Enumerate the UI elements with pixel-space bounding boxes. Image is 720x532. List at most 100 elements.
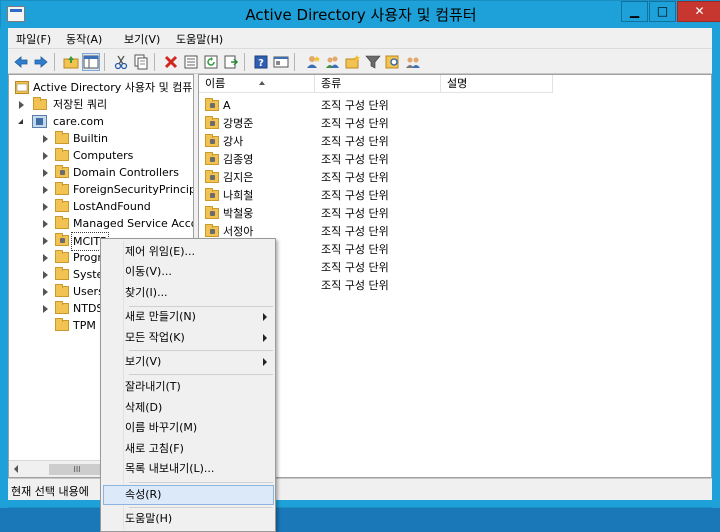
add-group-icon[interactable] [324,53,342,71]
menu-item-refresh[interactable]: 새로 고침(F) [125,439,273,459]
refresh-icon[interactable] [202,53,220,71]
list-item-name: 박철웅 [223,207,254,220]
list-item[interactable]: 나희철 조직 구성 단위 [199,187,599,204]
title-bar[interactable]: Active Directory 사용자 및 컴퓨터 ▁ □ ✕ [1,1,720,29]
show-tree-icon[interactable] [82,53,100,71]
expand-icon[interactable] [19,101,24,109]
expand-icon[interactable] [43,203,48,211]
expand-icon[interactable] [43,186,48,194]
back-icon[interactable] [12,53,30,71]
menu-item-label: 이동(V)... [125,265,172,278]
expand-icon[interactable] [43,220,48,228]
list-item[interactable]: A 조직 구성 단위 [199,97,599,114]
expand-icon[interactable] [43,305,48,313]
tree-item-label: Domain Controllers [73,166,180,179]
menu-view[interactable]: 보기(V) [124,31,160,47]
expand-icon[interactable] [43,237,48,245]
menu-help[interactable]: 도움말(H) [176,31,223,47]
submenu-arrow-icon [263,313,267,321]
menu-item-move[interactable]: 이동(V)... [125,262,273,282]
folder-icon [55,199,69,212]
menu-file[interactable]: 파일(F) [16,31,51,47]
menu-item-all-tasks[interactable]: 모든 작업(K) [125,328,273,348]
help-icon[interactable]: ? [252,53,270,71]
list-item[interactable]: 강사 조직 구성 단위 [199,133,599,150]
list-item-type: 조직 구성 단위 [321,279,389,292]
delegate-icon[interactable] [404,53,422,71]
scroll-thumb[interactable]: III [49,464,105,475]
properties-icon[interactable] [182,53,200,71]
window-title: Active Directory 사용자 및 컴퓨터 [245,6,477,24]
tree-item-domain-controllers[interactable]: Domain Controllers [13,164,193,181]
list-item-type: 조직 구성 단위 [321,189,389,202]
tree-item-domain[interactable]: care.com [13,113,193,130]
collapse-icon[interactable] [18,119,23,124]
add-user-icon[interactable] [304,53,322,71]
add-ou-icon[interactable] [344,53,362,71]
menu-item-label: 제어 위임(E)... [125,245,195,258]
filter-icon[interactable] [364,53,382,71]
list-item-name: 김종영 [223,153,254,166]
tree-item-label: Computers [73,149,134,162]
ou-folder-icon [55,165,69,178]
expand-icon[interactable] [43,288,48,296]
menu-item-label: 속성(R) [125,488,162,501]
tree-item-label: ForeignSecurityPrincipal [73,183,194,196]
menu-item-rename[interactable]: 이름 바꾸기(M) [125,418,273,438]
menu-item-cut[interactable]: 잘라내기(T) [125,377,273,397]
expand-icon[interactable] [43,152,48,160]
column-header-label: 설명 [447,77,468,90]
folder-icon [55,318,69,331]
tree-item-computers[interactable]: Computers [13,147,193,164]
menu-item-find[interactable]: 찾기(I)... [125,283,273,303]
forward-icon[interactable] [32,53,50,71]
menu-item-delegate-control[interactable]: 제어 위임(E)... [125,242,273,262]
tree-root[interactable]: Active Directory 사용자 및 컴퓨 [13,79,193,96]
ou-folder-icon [205,224,219,237]
export-icon[interactable] [222,53,240,71]
tree-item-saved-queries[interactable]: 저장된 쿼리 [13,96,193,113]
up-folder-icon[interactable] [62,53,80,71]
maximize-button[interactable]: □ [649,1,676,22]
folder-icon [55,216,69,229]
tree-item-builtin[interactable]: Builtin [13,130,193,147]
delete-icon[interactable] [162,53,180,71]
list-item[interactable]: 박철웅 조직 구성 단위 [199,205,599,222]
menu-item-properties[interactable]: 속성(R) [125,485,273,505]
menu-separator [129,350,273,351]
cut-icon[interactable] [112,53,130,71]
expand-icon[interactable] [43,271,48,279]
expand-icon[interactable] [43,169,48,177]
tree-item-lost-and-found[interactable]: LostAndFound [13,198,193,215]
scroll-left-icon[interactable] [14,465,18,473]
folder-icon [55,250,69,263]
menu-item-label: 보기(V) [125,355,162,368]
menu-item-label: 찾기(I)... [125,286,168,299]
close-button[interactable]: ✕ [677,1,720,22]
menu-item-view[interactable]: 보기(V) [125,352,273,372]
tree-item-managed-service-accounts[interactable]: Managed Service Accou [13,215,193,232]
menu-item-label: 새로 고침(F) [125,442,184,455]
list-item[interactable]: 김종영 조직 구성 단위 [199,151,599,168]
copy-icon[interactable] [132,53,150,71]
tree-item-foreign-security-principals[interactable]: ForeignSecurityPrincipal [13,181,194,198]
menu-item-help[interactable]: 도움말(H) [125,509,273,529]
console-icon[interactable] [272,53,290,71]
list-item-type: 조직 구성 단위 [321,99,389,112]
menu-item-delete[interactable]: 삭제(D) [125,398,273,418]
list-item[interactable]: 강명준 조직 구성 단위 [199,115,599,132]
expand-icon[interactable] [43,135,48,143]
list-item[interactable]: 김지은 조직 구성 단위 [199,169,599,186]
status-text: 현재 선택 내용에 [11,485,89,498]
column-header-name[interactable]: 이름 [199,75,315,93]
menu-item-export-list[interactable]: 목록 내보내기(L)... [125,459,273,479]
menu-action[interactable]: 동작(A) [66,31,102,47]
find-icon[interactable] [384,53,402,71]
column-header-type[interactable]: 종류 [315,75,441,93]
expand-icon[interactable] [43,254,48,262]
tree-item-label: 저장된 쿼리 [53,98,108,111]
list-item-type: 조직 구성 단위 [321,243,389,256]
menu-item-new[interactable]: 새로 만들기(N) [125,307,273,327]
minimize-button[interactable]: ▁ [621,1,648,22]
column-header-description[interactable]: 설명 [441,75,553,93]
